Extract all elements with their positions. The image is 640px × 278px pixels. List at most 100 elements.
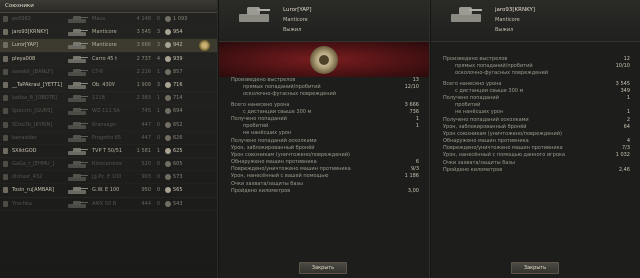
vehicle-name: CT-6 [92,68,104,75]
stat-label: Обнаружено машин противника [231,159,317,166]
stat-value: 1 [415,123,419,130]
experience-icon [165,55,171,62]
tank-icon [451,3,482,23]
player-row[interactable]: sanekit_[BANLF] CT-6 2 216 1 857 [0,66,217,79]
kills-value: 0 [156,161,160,168]
player-row[interactable]: GaGa_t_[EHMU_] Rinoceronte 520 0 605 [0,158,217,172]
stat-value: 3 545 [615,80,630,87]
damage-value: 444 [141,200,151,207]
damage-value: 745 [141,108,151,115]
experience-value: 954 [173,29,183,36]
player-row[interactable]: __TaPAkrasi_[YETT1] Ob. 430У 1 909 3 716 [0,79,217,93]
stat-value: 1 [415,115,419,122]
achievement-banner [219,42,429,77]
damage-value: 520 [141,161,151,168]
stat-row: Обнаружено машин противника 6 [223,159,425,166]
vehicle-name: Manticore [92,29,117,36]
close-button[interactable]: Закрыть [299,262,347,274]
experience-icon [165,200,171,207]
damage-value: 1 909 [136,81,151,88]
player-row[interactable]: Luror[YAP] Manticore 3 666 3 942 [0,39,217,53]
vehicle-name: Progetto 65 [92,134,122,141]
tank-icon [66,160,88,169]
stat-label: Урон, нанесённый с помощью данного игрок… [443,152,566,159]
vehicle-name: Manticore [495,17,520,23]
stat-row: пробитий 1 [223,123,425,130]
experience-icon [165,174,171,181]
stat-row: Урон, нанесённый с вашей помощью 1 186 [223,173,425,180]
battle-stats: Произведено выстрелов 13 прямых попаданий/… [219,77,429,195]
platoon-icon [3,108,8,115]
experience-value: 605 [173,161,183,168]
tank-icon [66,173,88,182]
damage-value: 2 383 [136,95,151,102]
stat-value: 10/10 [615,63,630,70]
stat-row: Урон, заблокированный бронёй 64 [435,124,636,131]
player-name: katika_B_[OBOTE] [12,95,57,102]
close-button[interactable]: Закрыть [511,262,559,274]
stat-label: Очки захвата/защиты базы [231,180,303,187]
player-name: GaGa_t_[EHMU_] [12,161,55,168]
stat-label: Урон союзникам (уничтожено/повреждений) [443,130,563,137]
stat-label: пробитий [243,123,269,130]
kills-value: 1 [156,95,160,102]
stat-row: пробитий [435,102,636,109]
player-row[interactable]: po0982 Maus 4 148 0 1 093 [0,13,217,27]
stat-value: 2 [626,116,630,123]
kills-value: 0 [156,187,160,194]
stat-label: Урон, нанесённый с вашей помощью [231,173,329,180]
platoon-icon [3,121,8,128]
player-row[interactable]: SXiktGOD TVP T 50/51 1 581 1 625 [0,145,217,159]
player-name: Luror[YAP] [12,42,38,49]
damage-value: 950 [141,187,151,194]
experience-icon [165,161,171,168]
stat-row: осколочно-фугасных повреждений [223,91,425,98]
stat-label: Обнаружено машин противника [443,138,529,145]
tank-icon [66,147,88,156]
player-name: Yrochka [12,200,32,207]
stat-value: 349 [620,87,630,94]
platoon-icon [3,161,8,168]
vehicle-name: Jg.Pz. E 100 [92,174,122,181]
stat-value: 1 [626,94,630,101]
vehicle-name: Maus [92,16,106,22]
player-row[interactable]: banaslder Progetto 65 447 0 626 [0,132,217,145]
experience-icon [165,147,171,154]
stat-value: 1 032 [615,152,630,159]
player-name: SXiktGOD [12,147,37,154]
player-name: Tosin_ru[AMBAR] [12,187,55,194]
player-row[interactable]: SDzo7b_[KYRIN] Kranvagn 447 0 652 [0,119,217,132]
stat-row: Всего нанесено урона 3 666 [223,102,425,109]
player-row[interactable]: katika_B_[OBOTE] 121B 2 383 1 714 [0,92,217,106]
tank-icon [66,121,88,130]
experience-icon [165,81,171,88]
stat-row: осколочно-фугасных повреждений [435,70,636,77]
experience-icon [165,29,171,36]
player-row[interactable]: Tosin_ru[AMBAR] G.W. E 100 950 0 565 [0,184,217,198]
player-row[interactable]: jaro93[KRNKY] Manticore 3 545 3 954 [0,26,217,40]
platoon-icon [3,68,8,75]
tank-icon [66,55,88,64]
experience-value: 543 [173,200,183,207]
platoon-icon [3,95,8,102]
player-row[interactable]: dichast_432 Jg.Pz. E 100 903 0 573 [0,171,217,185]
damage-value: 2 216 [136,68,151,75]
player-row[interactable]: Yrochka AMX 50 B 444 0 543 [0,198,217,211]
stat-value: 3,00 [407,187,419,194]
stat-label: Урон, заблокированный бронёй [443,123,527,130]
stat-label: Пройдено километров [231,187,291,194]
stat-label: Урон союзникам (уничтожено/повреждений) [231,151,351,158]
vehicle-name: TVP T 50/51 [92,147,123,154]
vehicle-name: 121B [92,95,105,102]
medal-icon[interactable] [310,45,338,74]
platoon-icon [3,187,8,194]
experience-value: 573 [173,174,183,181]
player-name: po0982 [12,16,31,22]
experience-value: 714 [173,95,183,102]
player-row[interactable]: Speccm_[GURS] WZ-111 5A 745 1 694 [0,105,217,119]
platoon-icon [3,81,8,88]
player-row[interactable]: pleya008 Carro 45 t 2 737 4 939 [0,53,217,66]
vehicle-name: G.W. E 100 [92,187,120,194]
vehicle-name: Carro 45 t [92,55,118,62]
experience-value: 565 [173,187,183,194]
